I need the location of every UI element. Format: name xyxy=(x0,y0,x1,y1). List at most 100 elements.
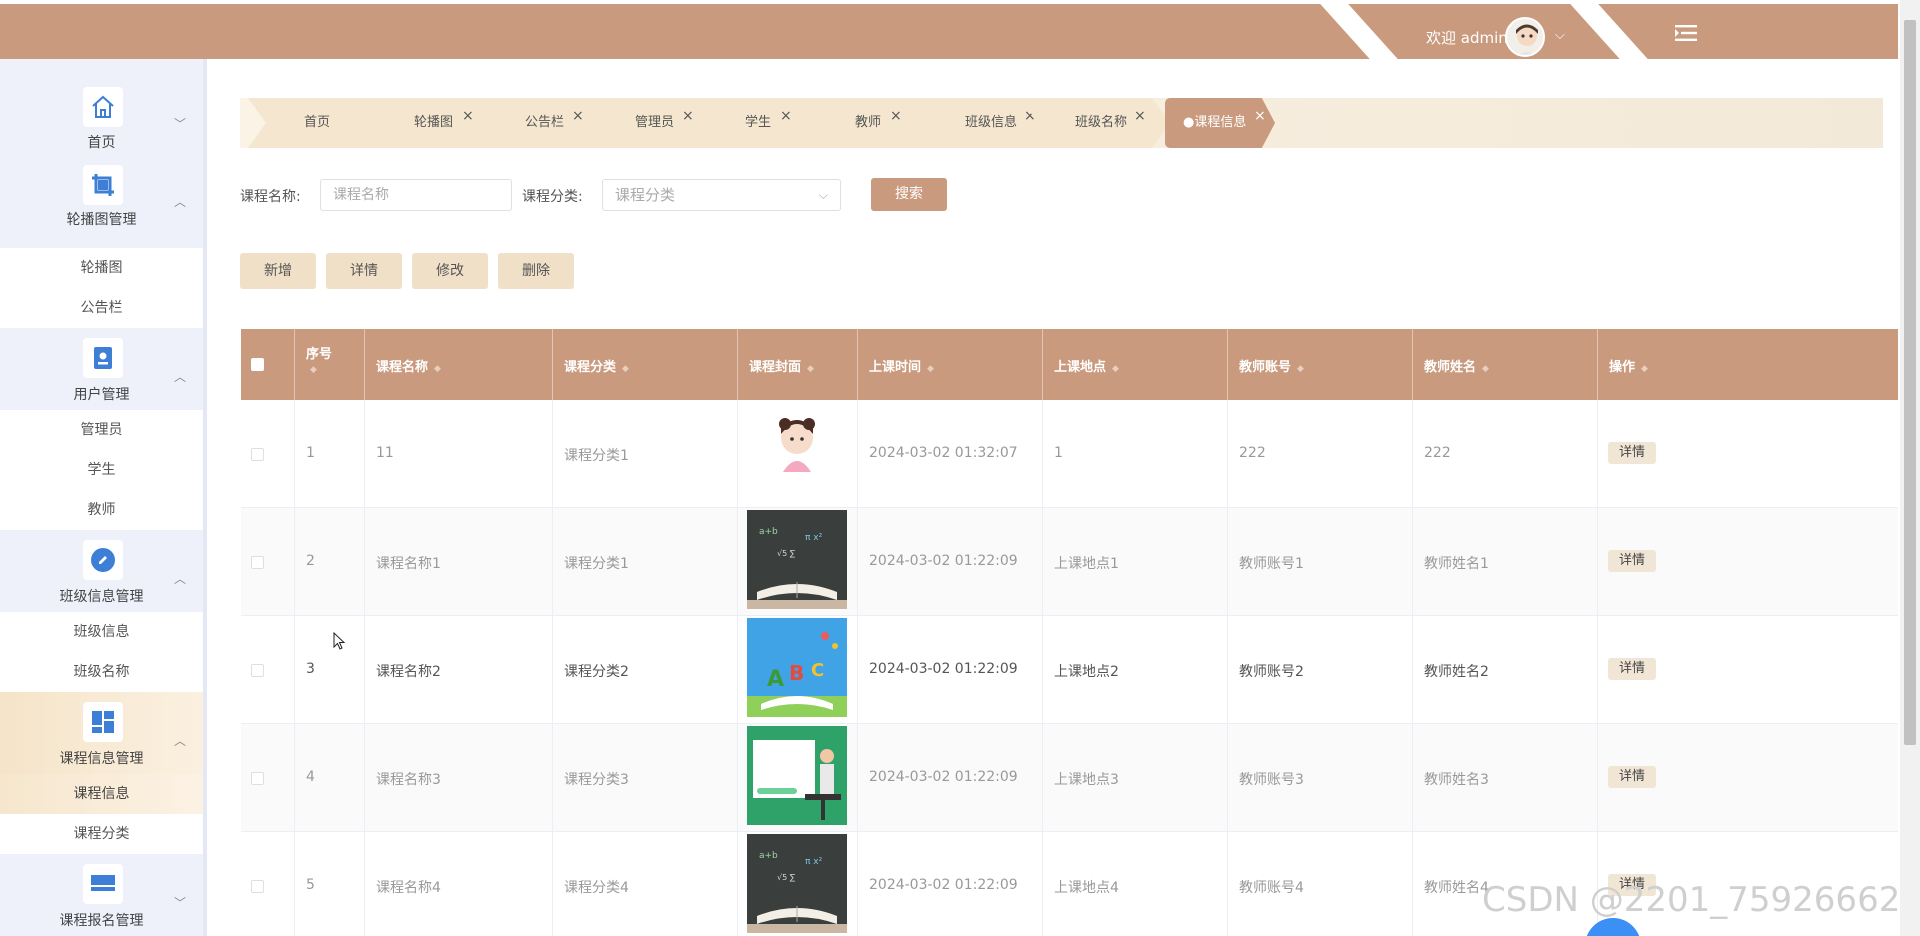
sidebar-item-home[interactable]: 首页 ﹀ xyxy=(0,59,203,153)
table-row[interactable]: 1 11 课程分类1 2024-03-02 01:32:07 1 222 222 详情 xyxy=(241,400,1898,508)
column-header[interactable]: 操作 ◆ xyxy=(1598,329,1898,400)
sidebar-item-class-name[interactable]: 班级名称 xyxy=(0,652,203,692)
column-header[interactable]: 序号 ◆ xyxy=(295,329,365,400)
add-button[interactable]: 新增 xyxy=(240,253,316,289)
course-cover-image[interactable]: a+b π x² √5 ∑ xyxy=(747,834,847,933)
table-row[interactable]: 2 课程名称1 课程分类1 a+b π x² √5 ∑ 2024-03-02 01:22:0… xyxy=(241,508,1898,616)
sort-icon[interactable]: ◆ xyxy=(622,364,629,374)
row-checkbox[interactable] xyxy=(251,664,264,677)
cell-place: 1 xyxy=(1043,400,1228,508)
sidebar-item-student[interactable]: 学生 xyxy=(0,450,203,490)
course-cover-image[interactable] xyxy=(747,726,847,825)
course-cover-image[interactable]: a+b π x² √5 ∑ xyxy=(747,510,847,609)
sidebar-item-course-category[interactable]: 课程分类 xyxy=(0,814,203,854)
header-stripe xyxy=(1570,4,1648,59)
close-icon[interactable]: × xyxy=(780,91,792,141)
tab-label: 公告栏 xyxy=(525,115,565,130)
chevron-down-icon[interactable]: ⌵ xyxy=(1555,28,1565,43)
tab-label: 教师 xyxy=(855,115,882,130)
cell-text: 2024-03-02 01:22:09 xyxy=(869,877,1018,893)
row-checkbox[interactable] xyxy=(251,448,264,461)
row-checkbox[interactable] xyxy=(251,556,264,569)
svg-text:π x²: π x² xyxy=(805,857,823,867)
row-checkbox[interactable] xyxy=(251,772,264,785)
select-all-checkbox[interactable] xyxy=(251,358,264,371)
tab-label: 首页 xyxy=(304,115,331,130)
cell-time: 2024-03-02 01:22:09 xyxy=(858,724,1043,832)
cell-text: 课程分类1 xyxy=(564,448,629,464)
vertical-scrollbar[interactable] xyxy=(1900,0,1920,936)
edit-button[interactable]: 修改 xyxy=(412,253,488,289)
search-button[interactable]: 搜索 xyxy=(871,178,947,211)
column-header[interactable]: 上课地点 ◆ xyxy=(1043,329,1228,400)
cell-text: 课程名称3 xyxy=(376,772,441,788)
tab-course-info[interactable]: ●课程信息 × xyxy=(1165,98,1275,148)
cell-place: 上课地点2 xyxy=(1043,616,1228,724)
cell-text: 教师姓名3 xyxy=(1424,772,1489,788)
column-header[interactable]: 教师账号 ◆ xyxy=(1228,329,1413,400)
column-header[interactable]: 教师姓名 ◆ xyxy=(1413,329,1598,400)
detail-button[interactable]: 详情 xyxy=(326,253,402,289)
cell-no: 4 xyxy=(295,724,365,832)
sort-icon[interactable]: ◆ xyxy=(310,365,317,375)
sidebar-item-teacher[interactable]: 教师 xyxy=(0,490,203,530)
delete-button[interactable]: 删除 xyxy=(498,253,574,289)
column-label-text: 上课时间 xyxy=(869,360,922,375)
sidebar-item-enroll-mgmt[interactable]: 课程报名管理 ﹀ xyxy=(0,854,203,936)
sort-icon[interactable]: ◆ xyxy=(1112,364,1119,374)
cell-time: 2024-03-02 01:22:09 xyxy=(858,508,1043,616)
row-detail-button[interactable]: 详情 xyxy=(1608,550,1656,572)
sidebar-item-class-info[interactable]: 班级信息 xyxy=(0,612,203,652)
sidebar-item-admin[interactable]: 管理员 xyxy=(0,410,203,450)
cell-account: 222 xyxy=(1228,400,1413,508)
sidebar-item-notice[interactable]: 公告栏 xyxy=(0,288,203,328)
row-detail-button[interactable]: 详情 xyxy=(1608,766,1656,788)
column-header[interactable]: 上课时间 ◆ xyxy=(858,329,1043,400)
sort-icon[interactable]: ◆ xyxy=(434,364,441,374)
cell-place: 上课地点3 xyxy=(1043,724,1228,832)
layout-icon xyxy=(83,864,123,904)
sidebar-item-carousel[interactable]: 轮播图 xyxy=(0,248,203,288)
cell-category: 课程分类1 xyxy=(553,508,738,616)
sidebar-item-class-mgmt[interactable]: 班级信息管理 ︿ xyxy=(0,530,203,612)
course-cover-image[interactable] xyxy=(747,402,847,501)
sidebar-item-carousel-mgmt[interactable]: 轮播图管理 ︿ xyxy=(0,153,203,248)
close-icon[interactable]: × xyxy=(890,91,902,141)
close-icon[interactable]: × xyxy=(1134,91,1146,141)
row-detail-button[interactable]: 详情 xyxy=(1608,442,1656,464)
cell-text: 上课地点4 xyxy=(1054,880,1119,896)
table-row[interactable]: 4 课程名称3 课程分类3 2024-03-02 01:22:09 上课地点3 教师账号3… xyxy=(241,724,1898,832)
cell-teacher: 222 xyxy=(1413,400,1598,508)
home-icon xyxy=(83,87,123,127)
sidebar-item-user-mgmt[interactable]: 用户管理 ︿ xyxy=(0,328,203,410)
course-category-select[interactable]: 课程分类 ⌵ xyxy=(602,179,841,211)
select-placeholder: 课程分类 xyxy=(615,186,676,204)
sort-icon[interactable]: ◆ xyxy=(1482,364,1489,374)
sort-icon[interactable]: ◆ xyxy=(807,364,814,374)
column-header[interactable]: 课程名称 ◆ xyxy=(365,329,553,400)
cell-no: 2 xyxy=(295,508,365,616)
row-detail-button[interactable]: 详情 xyxy=(1608,658,1656,680)
row-checkbox[interactable] xyxy=(251,880,264,893)
scrollbar-thumb[interactable] xyxy=(1904,20,1916,745)
dashboard-icon xyxy=(83,702,123,742)
cell-account: 教师账号2 xyxy=(1228,616,1413,724)
avatar[interactable] xyxy=(1505,17,1545,57)
close-icon[interactable]: × xyxy=(1254,91,1266,141)
sidebar-item-course-info[interactable]: 课程信息 xyxy=(0,774,203,814)
column-label-text: 操作 xyxy=(1609,360,1636,375)
tab-class-name[interactable]: 班级名称 × xyxy=(1020,98,1170,148)
course-name-input[interactable]: 课程名称 xyxy=(320,179,512,211)
sidebar-item-course-mgmt[interactable]: 课程信息管理 ︿ xyxy=(0,692,203,774)
cell-text: 3 xyxy=(306,661,315,677)
column-header[interactable]: 课程封面 ◆ xyxy=(738,329,858,400)
sort-icon[interactable]: ◆ xyxy=(1641,364,1648,374)
sort-icon[interactable]: ◆ xyxy=(1297,364,1304,374)
action-cell: 详情 xyxy=(1598,400,1898,508)
sort-icon[interactable]: ◆ xyxy=(927,364,934,374)
column-header[interactable]: 课程分类 ◆ xyxy=(553,329,738,400)
course-cover-image[interactable]: ABC xyxy=(747,618,847,717)
svg-text:√5 ∑: √5 ∑ xyxy=(777,873,796,882)
table-row[interactable]: 3 课程名称2 课程分类2 A B C 2024-03-02 01:22:09 上课地点2 教师… xyxy=(241,616,1898,724)
menu-fold-icon[interactable] xyxy=(1675,24,1697,42)
